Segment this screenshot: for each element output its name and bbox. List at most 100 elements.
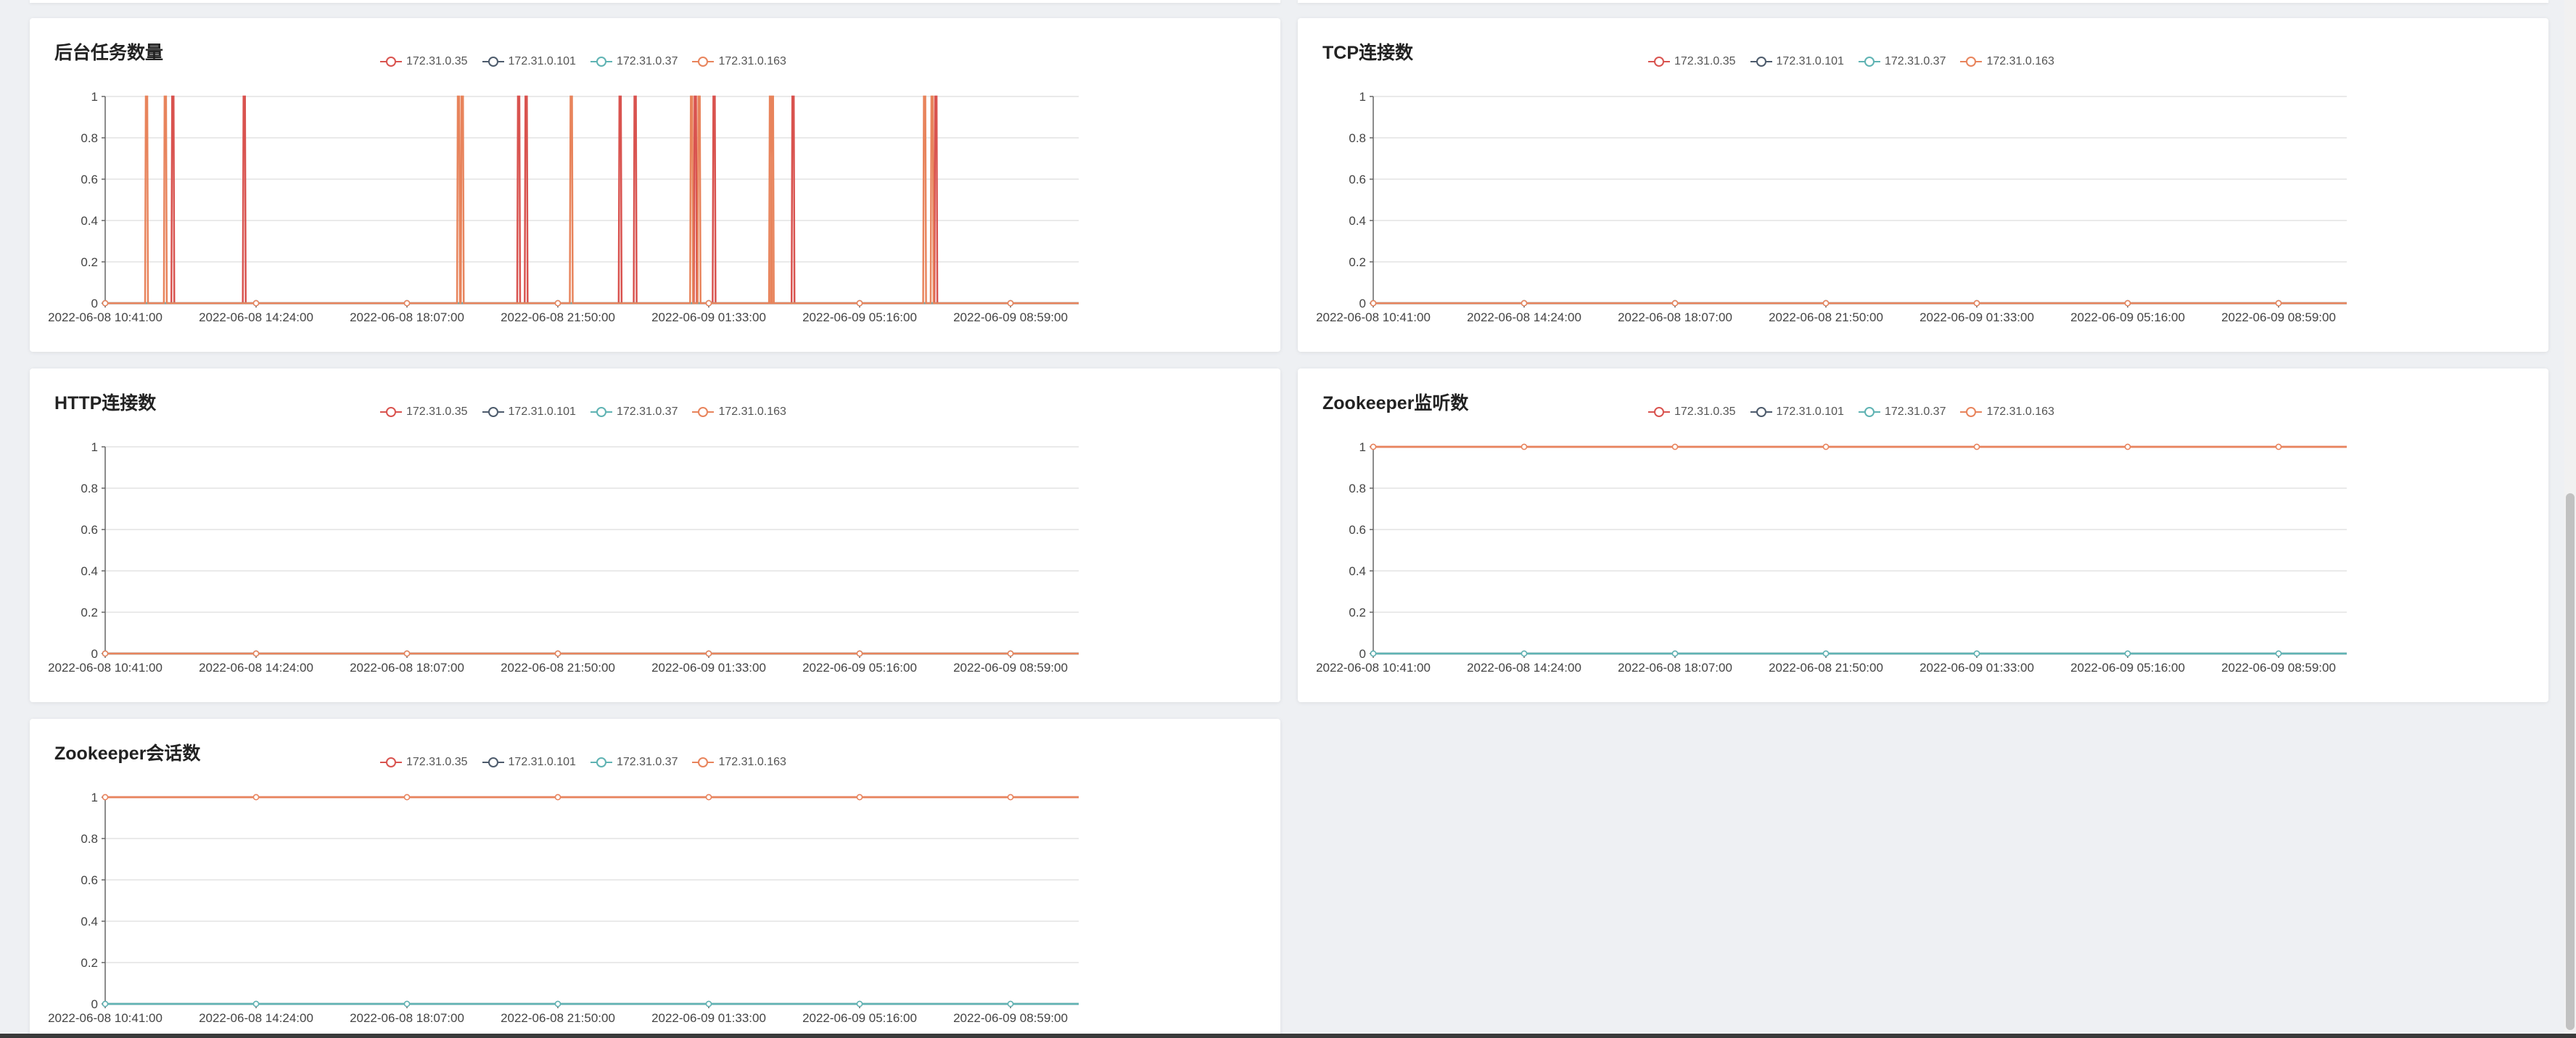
chart-plot: 0 0.2 0.4 0.6 0.8 1 2022-06-08 10:41:00 2022-06… xyxy=(48,90,1079,324)
series-line xyxy=(105,95,1079,305)
series-point xyxy=(403,650,411,657)
series-point xyxy=(102,300,109,307)
y-tick-label: 0.8 xyxy=(1349,482,1366,495)
series-point xyxy=(102,794,109,801)
series-point xyxy=(1822,300,1830,307)
y-tick-label: 0.4 xyxy=(1349,564,1366,578)
series-point xyxy=(705,650,712,657)
y-tick-label: 0.6 xyxy=(1349,173,1366,186)
x-tick-label: 2022-06-09 05:16:00 xyxy=(2070,661,2185,675)
y-tick-label: 0.8 xyxy=(1349,131,1366,145)
series-point xyxy=(403,1000,411,1008)
x-tick-label: 2022-06-09 05:16:00 xyxy=(802,1011,917,1025)
x-tick-label: 2022-06-09 01:33:00 xyxy=(1919,310,2034,324)
y-tick-label: 0.2 xyxy=(81,606,98,619)
series-point xyxy=(856,1000,863,1008)
series-point xyxy=(554,300,561,307)
chart-card-zookeeper-sessions: Zookeeper会话数 172.31.0.35 172.31.0.101 172.… xyxy=(30,719,1280,1038)
series-point xyxy=(2124,300,2131,307)
x-tick-label: 2022-06-08 21:50:00 xyxy=(501,661,615,675)
y-tick-label: 0 xyxy=(91,297,98,310)
y-tick-label: 0.6 xyxy=(81,523,98,537)
x-tick-label: 2022-06-08 14:24:00 xyxy=(1467,661,1581,675)
series-point xyxy=(1370,443,1377,450)
series-point xyxy=(856,300,863,307)
series-point xyxy=(1822,443,1830,450)
series-point xyxy=(1521,443,1528,450)
y-tick-label: 0.8 xyxy=(81,832,98,846)
y-tick-label: 0 xyxy=(1359,297,1366,310)
previous-card-bottom-left xyxy=(30,0,1280,3)
y-tick-label: 0.6 xyxy=(81,873,98,887)
y-tick-label: 0.8 xyxy=(81,482,98,495)
y-tick-label: 1 xyxy=(1359,440,1366,454)
x-tick-label: 2022-06-08 21:50:00 xyxy=(501,1011,615,1025)
chart-plot: 0 0.2 0.4 0.6 0.8 1 2022-06-08 10:41:00 2022-06… xyxy=(48,791,1079,1025)
series-point xyxy=(1007,1000,1014,1008)
y-tick-label: 0.4 xyxy=(81,915,98,928)
chart-plot: 0 0.2 0.4 0.6 0.8 1 2022-06-08 10:41:00 2022-06… xyxy=(1316,90,2347,324)
chart-plot: 0 0.2 0.4 0.6 0.8 1 2022-06-08 10:41:00 2022-06… xyxy=(48,440,1079,675)
x-tick-label: 2022-06-09 08:59:00 xyxy=(2221,310,2336,324)
series-point xyxy=(1671,300,1679,307)
scrollbar-thumb[interactable] xyxy=(2566,493,2575,1030)
series-point xyxy=(2275,650,2282,657)
x-tick-label: 2022-06-09 01:33:00 xyxy=(651,1011,766,1025)
series-point xyxy=(1671,443,1679,450)
y-tick-label: 0.2 xyxy=(81,255,98,269)
x-tick-label: 2022-06-09 01:33:00 xyxy=(1919,661,2034,675)
x-tick-label: 2022-06-08 10:41:00 xyxy=(48,1011,162,1025)
x-tick-label: 2022-06-09 08:59:00 xyxy=(2221,661,2336,675)
series-point xyxy=(1671,650,1679,657)
series-point xyxy=(705,300,712,307)
y-tick-label: 0 xyxy=(91,997,98,1011)
series-point xyxy=(1007,794,1014,801)
series-point xyxy=(856,650,863,657)
series-point xyxy=(705,794,712,801)
chart-card-tcp-connections: TCP连接数 172.31.0.35 172.31.0.101 172.31.0.3… xyxy=(1298,18,2548,352)
x-tick-label: 2022-06-09 01:33:00 xyxy=(651,310,766,324)
series-point xyxy=(1007,650,1014,657)
x-tick-label: 2022-06-08 10:41:00 xyxy=(48,310,162,324)
y-tick-label: 0 xyxy=(1359,647,1366,661)
previous-card-bottom-right xyxy=(1298,0,2548,3)
window-bottom-edge xyxy=(0,1034,2576,1038)
series-point xyxy=(554,794,561,801)
x-tick-label: 2022-06-08 10:41:00 xyxy=(48,661,162,675)
y-tick-label: 0.4 xyxy=(1349,214,1366,228)
series-point xyxy=(1521,300,1528,307)
x-tick-label: 2022-06-09 08:59:00 xyxy=(953,1011,1068,1025)
y-tick-label: 0.4 xyxy=(81,214,98,228)
series-point xyxy=(102,1000,109,1008)
x-tick-label: 2022-06-08 18:07:00 xyxy=(350,310,464,324)
y-tick-label: 0.2 xyxy=(81,956,98,970)
series-point xyxy=(2124,650,2131,657)
x-tick-label: 2022-06-09 05:16:00 xyxy=(802,661,917,675)
y-tick-label: 0 xyxy=(91,647,98,661)
series-point xyxy=(2124,443,2131,450)
y-tick-label: 1 xyxy=(91,791,98,804)
x-tick-label: 2022-06-09 05:16:00 xyxy=(2070,310,2185,324)
x-tick-label: 2022-06-08 14:24:00 xyxy=(1467,310,1581,324)
series-point xyxy=(252,794,260,801)
chart-plot: 0 0.2 0.4 0.6 0.8 1 2022-06-08 10:41:00 2022-06… xyxy=(1316,440,2347,675)
series-point xyxy=(1370,300,1377,307)
x-tick-label: 2022-06-08 18:07:00 xyxy=(1618,661,1732,675)
x-tick-label: 2022-06-08 18:07:00 xyxy=(350,661,464,675)
series-point xyxy=(1521,650,1528,657)
x-tick-label: 2022-06-08 14:24:00 xyxy=(199,1011,313,1025)
series-point xyxy=(554,1000,561,1008)
page-scrollbar[interactable] xyxy=(2564,0,2576,1038)
series-point xyxy=(856,794,863,801)
x-tick-label: 2022-06-08 10:41:00 xyxy=(1316,310,1431,324)
series-point xyxy=(2275,300,2282,307)
series-point xyxy=(252,1000,260,1008)
series-point xyxy=(1007,300,1014,307)
x-tick-label: 2022-06-08 21:50:00 xyxy=(1769,661,1883,675)
x-tick-label: 2022-06-08 14:24:00 xyxy=(199,661,313,675)
series-point xyxy=(102,650,109,657)
x-tick-label: 2022-06-09 08:59:00 xyxy=(953,661,1068,675)
y-tick-label: 1 xyxy=(91,440,98,454)
series-point xyxy=(2275,443,2282,450)
y-tick-label: 0.6 xyxy=(81,173,98,186)
